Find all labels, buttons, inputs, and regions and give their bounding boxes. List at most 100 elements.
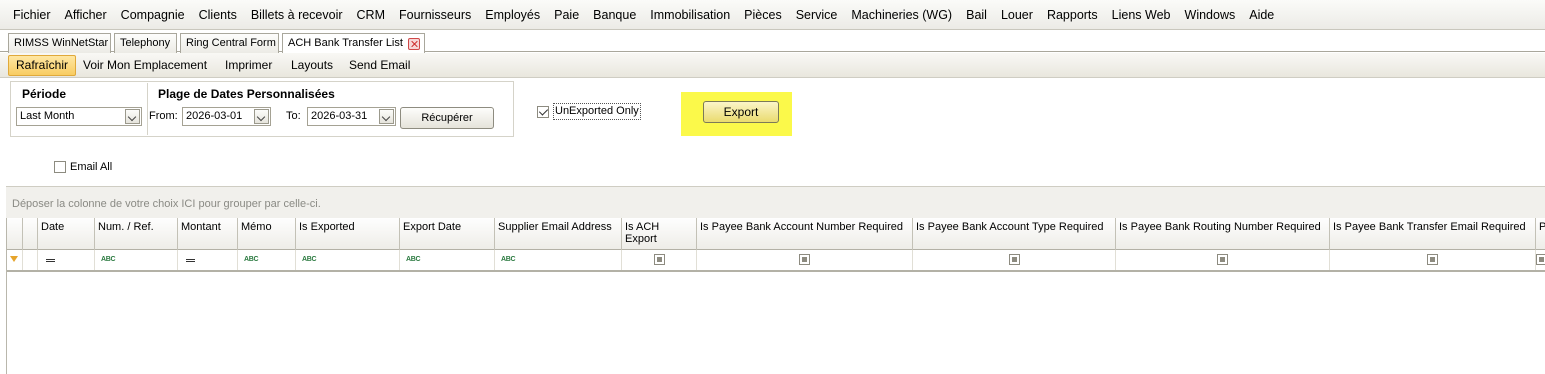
menu-crm[interactable]: CRM [350,0,392,30]
filter-is-exported[interactable]: ABC [296,250,400,270]
tab-ring-central-form[interactable]: Ring Central Form [180,33,279,53]
menu-billets[interactable]: Billets à recevoir [244,0,350,30]
col-header-amount[interactable]: Montant [178,218,238,250]
grid-filter-row: ABC ABC ABC ABC ABC [7,250,1545,272]
panel-divider [147,83,148,135]
col-header-transfer-email-required[interactable]: Is Payee Bank Transfer Email Required [1330,218,1536,250]
from-date-value: 2026-03-01 [186,110,243,122]
filter-supplier-email[interactable]: ABC [495,250,622,270]
menu-rapports[interactable]: Rapports [1040,0,1105,30]
filter-account-type-required[interactable] [913,250,1116,270]
menu-bail[interactable]: Bail [959,0,994,30]
filter-amount[interactable] [178,250,238,270]
text-operator-icon[interactable]: ABC [406,256,421,263]
email-all-checkbox[interactable] [54,161,66,173]
export-button[interactable]: Export [703,101,779,123]
col-header-partial[interactable]: P [1536,218,1545,250]
col-header-is-ach-export[interactable]: Is ACH Export [622,218,697,250]
col-header-supplier-email[interactable]: Supplier Email Address [495,218,622,250]
menu-employes[interactable]: Employés [478,0,547,30]
tab-ach-bank-transfer-list[interactable]: ACH Bank Transfer List [282,33,425,54]
menu-banque[interactable]: Banque [586,0,643,30]
layouts-button[interactable]: Layouts [284,55,340,76]
checkbox-filter-icon[interactable] [799,254,810,265]
chevron-down-icon[interactable] [125,109,140,124]
col-header-memo[interactable]: Mémo [238,218,296,250]
to-date-field[interactable]: 2026-03-31 [307,107,396,126]
menu-machineries[interactable]: Machineries (WG) [844,0,959,30]
tab-ach-label: ACH Bank Transfer List [288,37,403,49]
document-tabs: RIMSS WinNetStar Telephony Ring Central … [0,30,1545,54]
equals-operator-icon[interactable] [46,259,55,262]
filter-transfer-email-required[interactable] [1330,250,1536,270]
col-header-ref[interactable]: Num. / Ref. [95,218,178,250]
text-operator-icon[interactable]: ABC [101,256,116,263]
row-indicator-header [7,218,23,250]
period-title: Période [22,87,67,101]
col-header-is-exported[interactable]: Is Exported [296,218,400,250]
text-operator-icon[interactable]: ABC [244,256,259,263]
equals-operator-icon[interactable] [186,259,195,262]
funnel-icon [10,256,18,262]
filter-expand-cell [23,250,38,270]
col-header-account-type-required[interactable]: Is Payee Bank Account Type Required [913,218,1116,250]
group-by-panel[interactable]: Déposer la colonne de votre choix ICI po… [6,186,1545,218]
refresh-button[interactable]: Rafraîchir [8,55,77,76]
text-operator-icon[interactable]: ABC [302,256,317,263]
menu-bar: Fichier Afficher Compagnie Clients Bille… [0,0,1545,30]
col-header-date[interactable]: Date [38,218,95,250]
filter-row-indicator [7,250,23,270]
menu-pieces[interactable]: Pièces [737,0,789,30]
grid-header-row: Date Num. / Ref. Montant Mémo Is Exporte… [7,218,1545,250]
checkbox-filter-icon[interactable] [654,254,665,265]
filter-date[interactable] [38,250,95,270]
checkbox-filter-icon[interactable] [1427,254,1438,265]
to-date-value: 2026-03-31 [311,110,368,122]
unexported-only-label[interactable]: UnExported Only [553,103,641,120]
filter-account-number-required[interactable] [697,250,913,270]
menu-liens-web[interactable]: Liens Web [1105,0,1178,30]
period-value: Last Month [20,110,75,122]
filter-partial[interactable] [1536,250,1545,270]
checkbox-filter-icon[interactable] [1217,254,1228,265]
filter-routing-number-required[interactable] [1116,250,1330,270]
filter-export-date[interactable]: ABC [400,250,495,270]
date-filter-panel: Période Last Month Plage de Dates Person… [10,81,514,137]
tab-rimss-winnetstar[interactable]: RIMSS WinNetStar [8,33,111,53]
ach-transfer-grid: Date Num. / Ref. Montant Mémo Is Exporte… [6,218,1545,374]
menu-louer[interactable]: Louer [994,0,1040,30]
menu-immobilisation[interactable]: Immobilisation [643,0,737,30]
unexported-only-checkbox[interactable] [537,106,549,118]
chevron-down-icon[interactable] [379,109,394,124]
close-icon[interactable] [408,38,420,50]
retrieve-button[interactable]: Récupérer [400,107,494,129]
checkbox-filter-icon[interactable] [1009,254,1020,265]
tab-telephony[interactable]: Telephony [114,33,177,53]
menu-afficher[interactable]: Afficher [58,0,114,30]
expand-header [23,218,38,250]
menu-paie[interactable]: Paie [547,0,586,30]
menu-windows[interactable]: Windows [1178,0,1243,30]
from-date-field[interactable]: 2026-03-01 [182,107,271,126]
print-button[interactable]: Imprimer [218,55,279,76]
menu-service[interactable]: Service [789,0,845,30]
menu-compagnie[interactable]: Compagnie [114,0,192,30]
menu-clients[interactable]: Clients [192,0,244,30]
filter-memo[interactable]: ABC [238,250,296,270]
checkbox-filter-icon[interactable] [1536,254,1545,265]
send-email-button[interactable]: Send Email [342,55,417,76]
period-select[interactable]: Last Month [16,107,142,126]
text-operator-icon[interactable]: ABC [501,256,516,263]
filter-ref[interactable]: ABC [95,250,178,270]
view-location-button[interactable]: Voir Mon Emplacement [76,55,214,76]
date-range-title: Plage de Dates Personnalisées [158,87,335,101]
col-header-export-date[interactable]: Export Date [400,218,495,250]
chevron-down-icon[interactable] [254,109,269,124]
toolbar: Rafraîchir Voir Mon Emplacement Imprimer… [0,53,1545,78]
col-header-routing-number-required[interactable]: Is Payee Bank Routing Number Required [1116,218,1330,250]
menu-fichier[interactable]: Fichier [6,0,58,30]
menu-aide[interactable]: Aide [1242,0,1281,30]
menu-fournisseurs[interactable]: Fournisseurs [392,0,478,30]
col-header-account-number-required[interactable]: Is Payee Bank Account Number Required [697,218,913,250]
filter-is-ach-export[interactable] [622,250,697,270]
